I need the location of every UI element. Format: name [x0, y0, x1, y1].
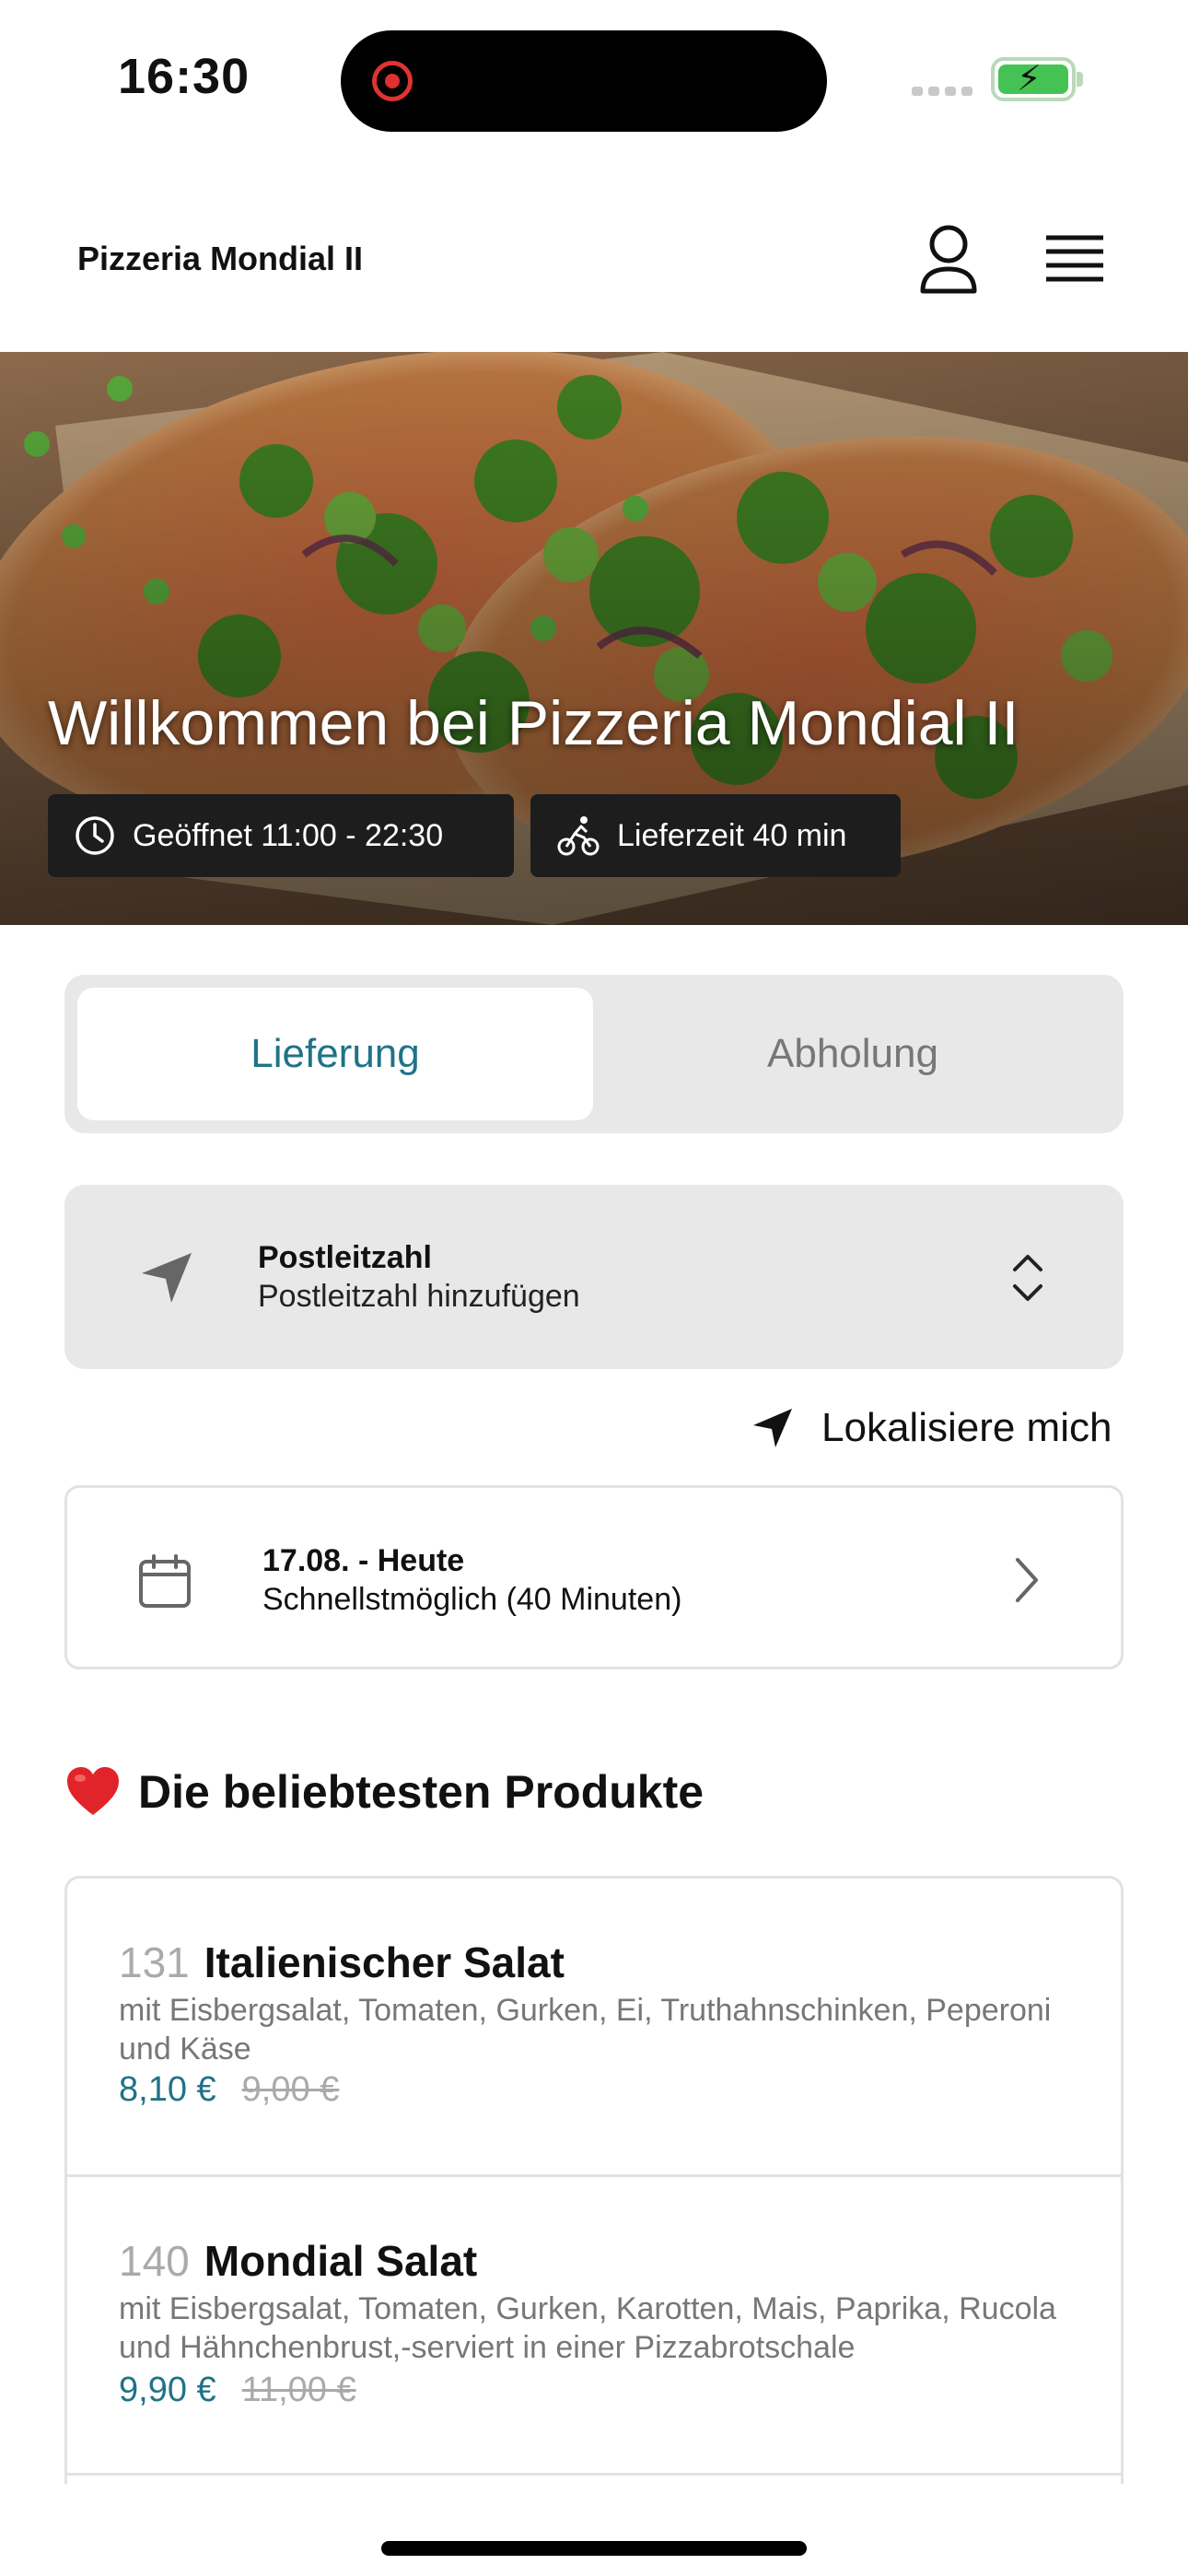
status-time: 16:30: [118, 49, 250, 104]
popular-products-title: Die beliebtesten Produkte: [138, 1766, 705, 1818]
product-price: 9,90 €: [119, 2371, 216, 2409]
dynamic-island: [341, 30, 827, 132]
tab-pickup[interactable]: Abholung: [595, 988, 1111, 1120]
postcode-label: Postleitzahl: [258, 1240, 432, 1275]
status-bar: 16:30 ⚡: [0, 0, 1188, 157]
hamburger-menu-icon[interactable]: [1033, 217, 1116, 300]
product-description: mit Eisbergsalat, Tomaten, Gurken, Karot…: [119, 2291, 1056, 2365]
product-price: 8,10 €: [119, 2070, 216, 2109]
hero-title: Willkommen bei Pizzeria Mondial II: [48, 688, 1019, 758]
postcode-placeholder: Postleitzahl hinzufügen: [258, 1279, 580, 1314]
locate-me-button[interactable]: Lokalisiere mich: [750, 1400, 1112, 1456]
home-indicator[interactable]: [381, 2541, 807, 2556]
locate-me-label: Lokalisiere mich: [821, 1405, 1112, 1450]
opening-hours-text: Geöffnet 11:00 - 22:30: [133, 817, 444, 853]
cyclist-icon: [557, 816, 600, 856]
popular-products-heading: Die beliebtesten Produkte: [64, 1765, 704, 1819]
hero-banner: Willkommen bei Pizzeria Mondial II Geöff…: [0, 352, 1188, 925]
chevron-up-down-icon: [1013, 1255, 1042, 1301]
delivery-mode-toggle: Lieferung Abholung: [64, 975, 1124, 1133]
recording-indicator-icon: [372, 61, 413, 101]
battery-charging-icon: ⚡: [991, 57, 1083, 101]
product-old-price: 11,00 €: [241, 2371, 356, 2409]
navigation-arrow-icon: [753, 1409, 792, 1447]
delivery-time-option: Schnellstmöglich (40 Minuten): [262, 1582, 682, 1617]
delivery-time-selector[interactable]: 17.08. - Heute Schnellstmöglich (40 Minu…: [64, 1485, 1124, 1669]
product-name: Italienischer Salat: [204, 1938, 565, 1986]
opening-hours-badge: Geöffnet 11:00 - 22:30: [48, 794, 514, 877]
clock-icon: [76, 816, 114, 855]
heart-icon: [67, 1767, 119, 1815]
product-card[interactable]: 140 Mondial Salat mit Eisbergsalat, Toma…: [67, 2177, 1121, 2476]
product-list: 131 Italienischer Salat mit Eisbergsalat…: [64, 1876, 1124, 2484]
signal-icon: [912, 87, 973, 96]
location-arrow-icon: [142, 1253, 192, 1303]
chevron-right-icon: [1016, 1558, 1038, 1602]
tab-delivery[interactable]: Lieferung: [77, 988, 593, 1120]
user-account-icon[interactable]: [907, 217, 990, 300]
delivery-date: 17.08. - Heute: [262, 1543, 465, 1578]
product-description: mit Eisbergsalat, Tomaten, Gurken, Ei, T…: [119, 1993, 1052, 2067]
postcode-selector[interactable]: Postleitzahl Postleitzahl hinzufügen: [64, 1185, 1124, 1369]
app-header: Pizzeria Mondial II: [0, 184, 1188, 350]
product-number: 131: [119, 1938, 190, 1986]
product-card[interactable]: 131 Italienischer Salat mit Eisbergsalat…: [67, 1879, 1121, 2177]
delivery-time-text: Lieferzeit 40 min: [617, 817, 847, 853]
restaurant-name[interactable]: Pizzeria Mondial II: [77, 240, 363, 278]
product-old-price: 9,00 €: [241, 2070, 340, 2109]
calendar-icon: [139, 1554, 191, 1608]
delivery-time-badge: Lieferzeit 40 min: [530, 794, 901, 877]
product-name: Mondial Salat: [204, 2237, 478, 2285]
product-number: 140: [119, 2237, 190, 2285]
